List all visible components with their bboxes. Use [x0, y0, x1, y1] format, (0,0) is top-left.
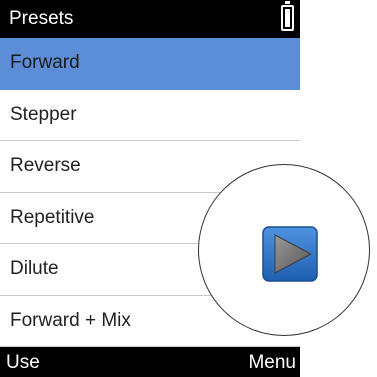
preset-label: Forward [10, 52, 80, 74]
play-icon[interactable] [261, 225, 319, 283]
preset-item-stepper[interactable]: Stepper [0, 89, 300, 141]
zoom-callout [198, 164, 370, 336]
softkey-bar: Use Menu [0, 347, 300, 377]
preset-label: Reverse [10, 155, 81, 177]
battery-icon [281, 1, 294, 31]
page-title: Presets [9, 8, 74, 29]
preset-label: Stepper [10, 103, 77, 125]
preset-label: Forward + Mix [10, 309, 131, 331]
preset-item-forward[interactable]: Forward [0, 38, 300, 90]
use-softkey[interactable]: Use [6, 352, 40, 374]
preset-label: Dilute [10, 258, 59, 280]
menu-softkey[interactable]: Menu [248, 352, 296, 374]
title-bar: Presets [0, 0, 300, 38]
preset-label: Repetitive [10, 206, 95, 228]
